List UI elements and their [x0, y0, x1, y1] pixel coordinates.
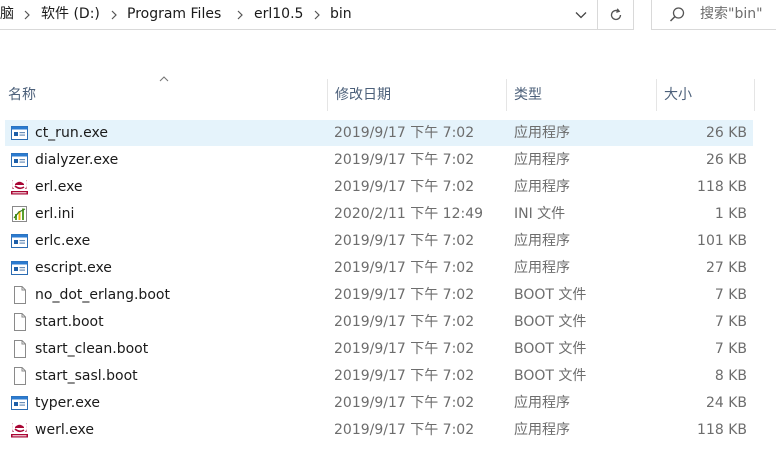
file-modified-date: 2019/9/17 下午 7:02	[334, 260, 475, 276]
file-modified-date: 2019/9/17 下午 7:02	[334, 233, 475, 249]
file-name: start_clean.boot	[35, 341, 149, 357]
app-window-icon	[10, 124, 29, 142]
breadcrumb-drive-d[interactable]: 软件 (D:)	[41, 0, 100, 29]
file-modified-date: 2019/9/17 下午 7:02	[334, 179, 475, 195]
app-window-icon	[10, 394, 29, 412]
column-divider[interactable]	[754, 79, 755, 111]
column-header-date[interactable]: 修改日期	[327, 79, 506, 111]
address-bar[interactable]: 脑 软件 (D:) Program Files erl10.5 bin	[0, 0, 634, 30]
file-row[interactable]: erlc.exe 2019/9/17 下午 7:02 应用程序 101 KB	[5, 228, 753, 254]
file-row[interactable]: erl.exe 2019/9/17 下午 7:02 应用程序 118 KB	[5, 174, 753, 200]
file-name: typer.exe	[35, 395, 101, 411]
file-type: BOOT 文件	[514, 287, 587, 303]
file-name: werl.exe	[35, 422, 94, 438]
file-name: erl.ini	[35, 206, 75, 222]
search-icon	[668, 6, 686, 24]
file-name: no_dot_erlang.boot	[35, 287, 170, 303]
file-size: 26 KB	[705, 125, 747, 141]
refresh-icon	[610, 7, 622, 20]
file-name: dialyzer.exe	[35, 152, 119, 168]
file-name: erl.exe	[35, 179, 83, 195]
search-placeholder: 搜索"bin"	[700, 6, 763, 22]
file-modified-date: 2019/9/17 下午 7:02	[334, 314, 475, 330]
file-type: 应用程序	[514, 395, 570, 411]
file-row[interactable]: escript.exe 2019/9/17 下午 7:02 应用程序 27 KB	[5, 255, 753, 281]
column-header-size[interactable]: 大小	[656, 79, 754, 111]
blank-file-icon	[10, 367, 29, 385]
file-row[interactable]: start_clean.boot 2019/9/17 下午 7:02 BOOT 文件…	[5, 336, 753, 362]
file-row[interactable]: dialyzer.exe 2019/9/17 下午 7:02 应用程序 26 KB	[5, 147, 753, 173]
file-modified-date: 2019/9/17 下午 7:02	[334, 152, 475, 168]
file-size: 118 KB	[697, 179, 747, 195]
file-row[interactable]: no_dot_erlang.boot 2019/9/17 下午 7:02 BOOT …	[5, 282, 753, 308]
address-history-dropdown[interactable]	[566, 0, 596, 29]
file-type: BOOT 文件	[514, 368, 587, 384]
breadcrumb-program-files[interactable]: Program Files	[127, 0, 221, 29]
file-size: 8 KB	[714, 368, 747, 384]
file-size: 26 KB	[705, 152, 747, 168]
file-type: 应用程序	[514, 179, 570, 195]
file-size: 7 KB	[714, 341, 747, 357]
file-modified-date: 2019/9/17 下午 7:02	[334, 395, 475, 411]
file-modified-date: 2019/9/17 下午 7:02	[334, 422, 475, 438]
app-window-icon	[10, 151, 29, 169]
blank-file-icon	[10, 286, 29, 304]
ini-settings-icon	[10, 205, 29, 223]
file-modified-date: 2019/9/17 下午 7:02	[334, 341, 475, 357]
file-name: ct_run.exe	[35, 125, 108, 141]
file-row[interactable]: werl.exe 2019/9/17 下午 7:02 应用程序 118 KB	[5, 417, 753, 443]
file-row[interactable]: start_sasl.boot 2019/9/17 下午 7:02 BOOT 文件 8…	[5, 363, 753, 389]
file-name: erlc.exe	[35, 233, 91, 249]
blank-file-icon	[10, 313, 29, 331]
file-size: 7 KB	[714, 287, 747, 303]
search-input[interactable]: 搜索"bin"	[651, 0, 776, 30]
file-size: 1 KB	[714, 206, 747, 222]
chevron-down-icon	[575, 11, 587, 18]
file-type: 应用程序	[514, 125, 570, 141]
file-size: 118 KB	[697, 422, 747, 438]
chevron-right-icon[interactable]	[310, 0, 324, 29]
file-name: start.boot	[35, 314, 104, 330]
app-window-icon	[10, 259, 29, 277]
file-size: 101 KB	[697, 233, 747, 249]
file-size: 24 KB	[705, 395, 747, 411]
erlang-logo-icon	[10, 421, 29, 439]
chevron-right-icon[interactable]	[107, 0, 121, 29]
file-row[interactable]: typer.exe 2019/9/17 下午 7:02 应用程序 24 KB	[5, 390, 753, 416]
file-row[interactable]: start.boot 2019/9/17 下午 7:02 BOOT 文件 7 KB	[5, 309, 753, 335]
file-type: BOOT 文件	[514, 314, 587, 330]
breadcrumb-bin[interactable]: bin	[330, 0, 352, 29]
file-type: 应用程序	[514, 260, 570, 276]
breadcrumb-this-pc[interactable]: 脑	[0, 0, 14, 29]
file-type: INI 文件	[514, 206, 566, 222]
file-type: 应用程序	[514, 152, 570, 168]
file-modified-date: 2019/9/17 下午 7:02	[334, 368, 475, 384]
refresh-button[interactable]	[597, 0, 634, 29]
file-type: 应用程序	[514, 422, 570, 438]
app-window-icon	[10, 232, 29, 250]
file-row[interactable]: ct_run.exe 2019/9/17 下午 7:02 应用程序 26 KB	[5, 120, 753, 146]
file-row[interactable]: erl.ini 2020/2/11 下午 12:49 INI 文件 1 KB	[5, 201, 753, 227]
file-modified-date: 2019/9/17 下午 7:02	[334, 125, 475, 141]
file-modified-date: 2020/2/11 下午 12:49	[334, 206, 484, 222]
file-modified-date: 2019/9/17 下午 7:02	[334, 287, 475, 303]
file-size: 7 KB	[714, 314, 747, 330]
erlang-logo-icon	[10, 178, 29, 196]
blank-file-icon	[10, 340, 29, 358]
column-header-type[interactable]: 类型	[506, 79, 656, 111]
file-type: 应用程序	[514, 233, 570, 249]
file-name: escript.exe	[35, 260, 112, 276]
file-size: 27 KB	[705, 260, 747, 276]
file-type: BOOT 文件	[514, 341, 587, 357]
chevron-right-icon[interactable]	[233, 0, 247, 29]
column-header-name[interactable]: 名称	[0, 79, 327, 111]
file-name: start_sasl.boot	[35, 368, 138, 384]
breadcrumb-erl10-5[interactable]: erl10.5	[254, 0, 303, 29]
chevron-right-icon[interactable]	[20, 0, 34, 29]
